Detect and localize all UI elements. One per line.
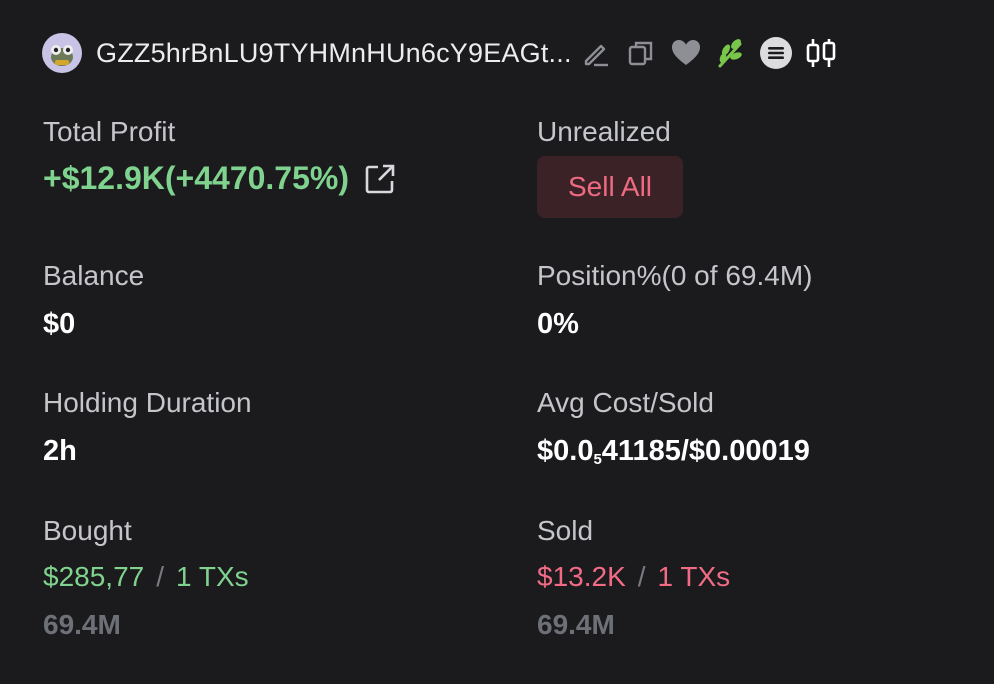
avg-cost-section: Avg Cost/Sold $0.0541185/$0.00019 <box>537 387 810 468</box>
sold-label: Sold <box>537 515 594 546</box>
sold-tokens: 69.4M <box>537 609 615 640</box>
holding-duration-value: 2h <box>43 435 77 467</box>
wallet-header: GZZ5hrBnLU9TYHMnHUn6cY9EAGt... <box>42 30 839 76</box>
sold-section: Sold $13.2K / 1 TXs 69.4M <box>537 517 730 639</box>
copy-icon[interactable] <box>623 35 659 71</box>
position-value: 0% <box>537 308 579 340</box>
position-label: Position%(0 of 69.4M) <box>537 260 813 291</box>
menu-circle-icon[interactable] <box>758 35 794 71</box>
bought-label: Bought <box>43 515 132 546</box>
bought-tokens: 69.4M <box>43 609 121 640</box>
holding-duration-section: Holding Duration 2h <box>43 389 252 466</box>
total-profit-section: Total Profit +$12.9K(+4470.75%) <box>43 118 397 197</box>
heart-icon[interactable] <box>668 35 704 71</box>
bought-amount: $285,77 <box>43 561 145 592</box>
sold-amount: $13.2K <box>537 561 626 592</box>
sold-separator: / <box>637 561 646 592</box>
total-profit-value: +$12.9K(+4470.75%) <box>43 160 349 196</box>
frog-avatar-icon <box>51 45 73 66</box>
position-section: Position%(0 of 69.4M) 0% <box>537 262 812 339</box>
sold-txs[interactable]: 1 TXs <box>658 561 731 592</box>
holding-duration-label: Holding Duration <box>43 387 252 418</box>
avg-cost-label: Avg Cost/Sold <box>537 387 714 418</box>
wallet-address[interactable]: GZZ5hrBnLU9TYHMnHUn6cY9EAGt... <box>96 38 572 69</box>
bought-separator: / <box>156 561 164 592</box>
edit-icon[interactable] <box>578 35 614 71</box>
unrealized-section: Unrealized Sell All <box>537 118 683 218</box>
balance-label: Balance <box>43 260 145 291</box>
external-link-icon[interactable] <box>363 162 397 196</box>
bought-txs[interactable]: 1 TXs <box>176 561 249 592</box>
leaf-icon[interactable] <box>713 35 749 71</box>
balance-value: $0 <box>43 308 76 340</box>
total-profit-label: Total Profit <box>43 116 176 147</box>
unrealized-label: Unrealized <box>537 116 671 147</box>
bought-section: Bought $285,77 / 1 TXs 69.4M <box>43 517 249 639</box>
balance-section: Balance $0 <box>43 262 144 339</box>
avg-cost-value: $0.0541185/$0.00019 <box>537 435 810 468</box>
candlestick-icon[interactable] <box>803 35 839 71</box>
avg-cost-prefix: $0.0 <box>537 435 594 467</box>
wallet-avatar[interactable] <box>42 33 82 73</box>
avg-cost-zero-count: 5 <box>593 451 602 468</box>
avg-cost-suffix: 41185/$0.00019 <box>601 435 810 467</box>
sell-all-button[interactable]: Sell All <box>537 156 683 218</box>
